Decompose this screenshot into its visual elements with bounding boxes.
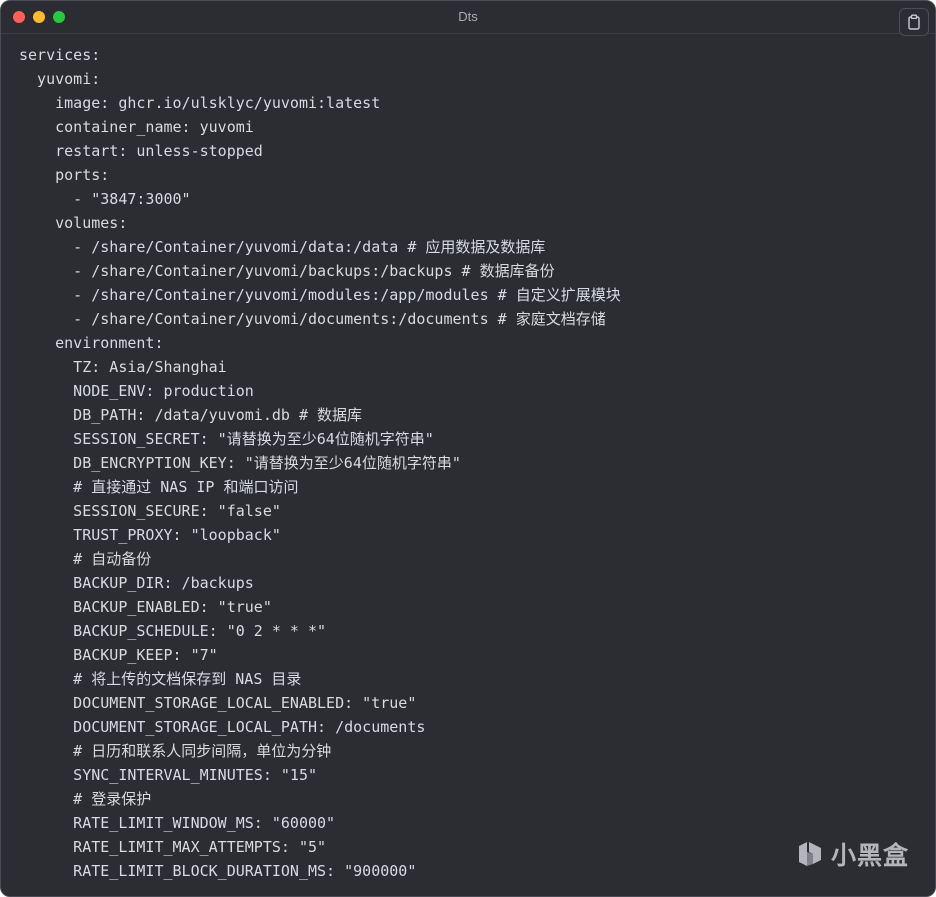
code-line: ports: (19, 166, 110, 184)
code-line: DB_ENCRYPTION_KEY: "请替换为至少64位随机字符串" (19, 454, 461, 472)
title-bar: Dts (1, 1, 935, 34)
heybox-logo-icon (798, 842, 821, 866)
code-line: DOCUMENT_STORAGE_LOCAL_ENABLED: "true" (19, 694, 417, 712)
code-line: DOCUMENT_STORAGE_LOCAL_PATH: /documents (19, 718, 426, 736)
window-title: Dts (458, 9, 478, 24)
code-line: SESSION_SECURE: "false" (19, 502, 281, 520)
code-line: RATE_LIMIT_BLOCK_DURATION_MS: "900000" (19, 862, 417, 880)
code-line: # 日历和联系人同步间隔，单位为分钟 (19, 742, 332, 760)
code-line: - /share/Container/yuvomi/documents:/doc… (19, 310, 606, 328)
code-line: environment: (19, 334, 164, 352)
code-window: Dts services: yuvomi: image: ghcr.io/uls… (0, 0, 936, 897)
code-line: SYNC_INTERVAL_MINUTES: "15" (19, 766, 318, 784)
code-line: - /share/Container/yuvomi/backups:/backu… (19, 262, 555, 280)
code-line: volumes: (19, 214, 128, 232)
code-line: # 登录保护 (19, 790, 152, 808)
code-line: TZ: Asia/Shanghai (19, 358, 227, 376)
code-line: BACKUP_KEEP: "7" (19, 646, 218, 664)
code-line: # 将上传的文档保存到 NAS 目录 (19, 670, 302, 688)
copy-button[interactable] (899, 8, 929, 36)
code-line: RATE_LIMIT_MAX_ATTEMPTS: "5" (19, 838, 327, 856)
code-line: RATE_LIMIT_WINDOW_MS: "60000" (19, 814, 336, 832)
code-line: DB_PATH: /data/yuvomi.db # 数据库 (19, 406, 363, 424)
code-line: - /share/Container/yuvomi/modules:/app/m… (19, 286, 621, 304)
watermark-text: 小黑盒 (830, 841, 909, 870)
code-line: # 自动备份 (19, 550, 152, 568)
code-line: - /share/Container/yuvomi/data:/data # 应… (19, 238, 546, 256)
code-line: restart: unless-stopped (19, 142, 263, 160)
watermark: 小黑盒 (793, 836, 909, 872)
code-line: NODE_ENV: production (19, 382, 254, 400)
code-line: yuvomi: (19, 70, 101, 88)
code-line: BACKUP_DIR: /backups (19, 574, 254, 592)
code-line: image: ghcr.io/ulsklyc/yuvomi:latest (19, 94, 381, 112)
code-line: services: (19, 46, 101, 64)
code-line: - "3847:3000" (19, 190, 191, 208)
code-line: SESSION_SECRET: "请替换为至少64位随机字符串" (19, 430, 434, 448)
code-line: container_name: yuvomi (19, 118, 254, 136)
code-line: TRUST_PROXY: "loopback" (19, 526, 281, 544)
code-block: services: yuvomi: image: ghcr.io/ulsklyc… (19, 43, 923, 883)
clipboard-icon (908, 14, 920, 30)
code-line: BACKUP_ENABLED: "true" (19, 598, 272, 616)
code-line: BACKUP_SCHEDULE: "0 2 * * *" (19, 622, 327, 640)
code-line: # 直接通过 NAS IP 和端口访问 (19, 478, 299, 496)
